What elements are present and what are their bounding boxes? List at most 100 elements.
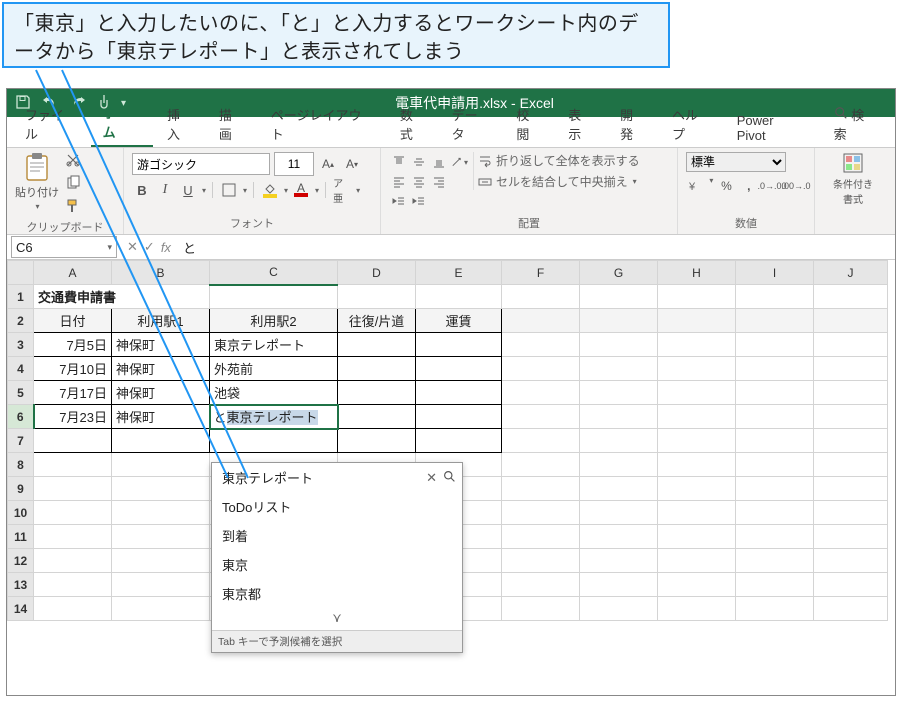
col-header-F[interactable]: F: [502, 261, 580, 285]
fill-color-button[interactable]: [260, 180, 280, 200]
italic-button[interactable]: I: [155, 180, 175, 200]
cell[interactable]: [416, 357, 502, 381]
cell[interactable]: 利用駅1: [112, 309, 210, 333]
cell[interactable]: [338, 357, 416, 381]
ime-candidate[interactable]: 到着: [212, 521, 462, 550]
tab-view[interactable]: 表示: [556, 99, 606, 147]
tab-page-layout[interactable]: ページレイアウト: [259, 99, 386, 147]
decrease-font-icon[interactable]: A▾: [342, 154, 362, 174]
cell[interactable]: 神保町: [112, 381, 210, 405]
ime-candidate[interactable]: 東京都: [212, 579, 462, 608]
paste-button[interactable]: 貼り付け ▾: [15, 152, 59, 211]
percent-format-icon[interactable]: %: [717, 176, 735, 196]
row-header[interactable]: 14: [8, 597, 34, 621]
font-name-select[interactable]: [132, 153, 270, 175]
cancel-edit-icon[interactable]: ✕: [127, 239, 138, 255]
increase-indent-icon[interactable]: [409, 192, 429, 212]
cell[interactable]: [210, 429, 338, 453]
row-header[interactable]: 2: [8, 309, 34, 333]
row-header[interactable]: 5: [8, 381, 34, 405]
col-header-D[interactable]: D: [338, 261, 416, 285]
tab-file[interactable]: ファイル: [13, 99, 89, 147]
row-header[interactable]: 7: [8, 429, 34, 453]
col-header-H[interactable]: H: [658, 261, 736, 285]
tab-data[interactable]: データ: [440, 99, 503, 147]
font-size-select[interactable]: [274, 152, 314, 176]
format-painter-icon[interactable]: [65, 198, 81, 217]
cell[interactable]: [338, 333, 416, 357]
cell[interactable]: [112, 429, 210, 453]
number-format-select[interactable]: 標準: [686, 152, 786, 172]
ime-candidate[interactable]: 東京: [212, 550, 462, 579]
align-center-icon[interactable]: [409, 172, 429, 192]
conditional-formatting-button[interactable]: 条件付き 書式: [823, 152, 883, 206]
decrease-indent-icon[interactable]: [389, 192, 409, 212]
cell[interactable]: 神保町: [112, 357, 210, 381]
select-all-corner[interactable]: [8, 261, 34, 285]
col-header-C[interactable]: C: [210, 261, 338, 285]
col-header-A[interactable]: A: [34, 261, 112, 285]
ime-candidate[interactable]: 東京テレポート: [222, 468, 313, 487]
cell[interactable]: 運賃: [416, 309, 502, 333]
tab-developer[interactable]: 開発: [608, 99, 658, 147]
cell[interactable]: [416, 333, 502, 357]
align-bottom-icon[interactable]: [429, 152, 449, 172]
ime-candidate[interactable]: ToDoリスト: [212, 492, 462, 521]
cell[interactable]: 交通費申請書: [34, 285, 210, 309]
name-box[interactable]: C6 ▾: [11, 236, 117, 258]
cell[interactable]: [338, 405, 416, 429]
col-header-E[interactable]: E: [416, 261, 502, 285]
col-header-B[interactable]: B: [112, 261, 210, 285]
active-cell[interactable]: と東京テレポート: [210, 405, 338, 429]
orientation-icon[interactable]: ▾: [449, 152, 469, 172]
cell[interactable]: 7月5日: [34, 333, 112, 357]
bold-button[interactable]: B: [132, 180, 152, 200]
row-header[interactable]: 12: [8, 549, 34, 573]
row-header[interactable]: 9: [8, 477, 34, 501]
comma-format-icon[interactable]: ,: [740, 176, 758, 196]
row-header[interactable]: 10: [8, 501, 34, 525]
border-button[interactable]: [219, 180, 239, 200]
cell[interactable]: 7月10日: [34, 357, 112, 381]
font-color-button[interactable]: A: [291, 180, 311, 200]
cell[interactable]: 7月17日: [34, 381, 112, 405]
tab-insert[interactable]: 挿入: [155, 99, 205, 147]
col-header-I[interactable]: I: [736, 261, 814, 285]
cell[interactable]: [34, 429, 112, 453]
row-header[interactable]: 13: [8, 573, 34, 597]
cell[interactable]: 日付: [34, 309, 112, 333]
tab-home[interactable]: ホーム: [91, 97, 153, 147]
phonetic-button[interactable]: ア亜: [332, 180, 352, 200]
worksheet-grid[interactable]: A B C D E F G H I J 1 交通費申請書 2 日付: [7, 260, 895, 695]
align-right-icon[interactable]: [429, 172, 449, 192]
copy-icon[interactable]: [65, 175, 81, 194]
ime-close-icon[interactable]: ✕: [426, 470, 437, 486]
formula-input[interactable]: と: [179, 238, 895, 257]
tab-power-pivot[interactable]: Power Pivot: [725, 107, 818, 147]
row-header[interactable]: 8: [8, 453, 34, 477]
align-left-icon[interactable]: [389, 172, 409, 192]
row-header[interactable]: 4: [8, 357, 34, 381]
row-header[interactable]: 1: [8, 285, 34, 309]
cell[interactable]: [338, 429, 416, 453]
cell[interactable]: 東京テレポート: [210, 333, 338, 357]
cell[interactable]: [338, 381, 416, 405]
decrease-decimal-icon[interactable]: .00→.0: [786, 176, 806, 196]
cut-icon[interactable]: [65, 152, 81, 171]
col-header-G[interactable]: G: [580, 261, 658, 285]
cell[interactable]: [416, 405, 502, 429]
tab-draw[interactable]: 描画: [207, 99, 257, 147]
fx-icon[interactable]: fx: [161, 240, 171, 255]
confirm-edit-icon[interactable]: ✓: [144, 239, 155, 255]
align-middle-icon[interactable]: [409, 152, 429, 172]
search-tab[interactable]: 検索: [822, 99, 889, 147]
tab-help[interactable]: ヘルプ: [660, 99, 723, 147]
cell[interactable]: [416, 381, 502, 405]
accounting-format-icon[interactable]: ¥: [686, 176, 704, 196]
cell[interactable]: 利用駅2: [210, 309, 338, 333]
ime-more-icon[interactable]: ⋎: [212, 608, 462, 630]
cell[interactable]: 7月23日: [34, 405, 112, 429]
tab-review[interactable]: 校閲: [504, 99, 554, 147]
cell[interactable]: 神保町: [112, 333, 210, 357]
increase-decimal-icon[interactable]: .0→.00: [762, 176, 782, 196]
